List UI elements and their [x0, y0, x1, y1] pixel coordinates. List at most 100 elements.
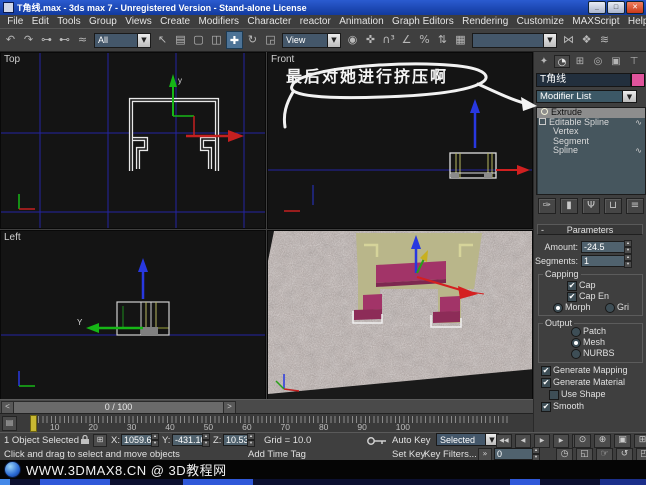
- add-time-tag[interactable]: Add Time Tag: [248, 449, 306, 460]
- modifier-list-dropdown[interactable]: Modifier List ▼: [536, 90, 637, 103]
- menu-item-views[interactable]: Views: [121, 16, 156, 27]
- dropdown-arrow-icon[interactable]: ▼: [623, 90, 637, 103]
- set-key-icon[interactable]: [366, 436, 388, 446]
- use-center-icon[interactable]: ◉: [344, 31, 361, 49]
- menu-item-reactor[interactable]: reactor: [296, 16, 336, 27]
- menu-item-create[interactable]: Create: [156, 16, 194, 27]
- generate-mapping-checkbox[interactable]: ✔: [541, 366, 551, 376]
- generate-material-checkbox[interactable]: ✔: [541, 378, 551, 388]
- transform-gizmo[interactable]: y: [169, 74, 244, 142]
- x-coordinate-field[interactable]: 1059.64: [121, 434, 157, 446]
- current-frame-field[interactable]: 0: [494, 448, 536, 460]
- unlink-selection-icon[interactable]: ⊷: [56, 31, 73, 49]
- frame-spinner[interactable]: ▴ ▾: [532, 447, 540, 461]
- select-and-move-icon[interactable]: ✚: [226, 31, 243, 49]
- snap-toggle-icon[interactable]: ∩³: [380, 31, 397, 49]
- key-filters-button[interactable]: Key Filters...: [424, 449, 477, 460]
- tab-utilities[interactable]: ⊤: [626, 55, 642, 68]
- viewport-top[interactable]: Top y: [0, 52, 266, 229]
- tab-display[interactable]: ▣: [608, 55, 624, 68]
- grid-radio[interactable]: [605, 303, 615, 313]
- select-and-link-icon[interactable]: ⊶: [38, 31, 55, 49]
- parameters-rollout-header[interactable]: - Parameters: [537, 224, 643, 235]
- zoom-extents-icon[interactable]: ▣: [614, 434, 631, 448]
- stack-item-spline[interactable]: Spline ∿: [537, 146, 645, 156]
- dropdown-arrow-icon[interactable]: ▼: [328, 32, 341, 48]
- previous-frame-icon[interactable]: ◀: [515, 434, 531, 448]
- align-icon[interactable]: ❖: [578, 31, 595, 49]
- y-coordinate-field[interactable]: -431.10: [172, 434, 206, 446]
- menu-item-group[interactable]: Group: [85, 16, 121, 27]
- y-spinner[interactable]: ▴ ▾: [202, 433, 210, 447]
- percent-snap-icon[interactable]: %: [416, 31, 433, 49]
- collapse-icon[interactable]: -: [541, 225, 544, 235]
- transform-gizmo[interactable]: [470, 99, 530, 175]
- minimize-button[interactable]: _: [588, 1, 606, 14]
- auto-key-button[interactable]: Auto Key: [392, 435, 431, 446]
- nurbs-radio[interactable]: [571, 349, 581, 359]
- absolute-offset-toggle[interactable]: ⊞: [93, 434, 107, 447]
- go-to-start-icon[interactable]: ◀◀: [496, 434, 512, 448]
- close-button[interactable]: ✕: [626, 1, 644, 14]
- transform-gizmo[interactable]: Y: [77, 258, 148, 333]
- select-and-manipulate-icon[interactable]: ✜: [362, 31, 379, 49]
- expand-icon[interactable]: [539, 117, 546, 125]
- zoom-icon[interactable]: ⊙: [574, 434, 591, 448]
- modifier-enable-icon[interactable]: [541, 108, 548, 115]
- window-crossing-icon[interactable]: ◫: [208, 31, 225, 49]
- menu-item-edit[interactable]: Edit: [28, 16, 54, 27]
- bind-to-spacewarp-icon[interactable]: ≈: [74, 31, 91, 49]
- select-object-icon[interactable]: ↖: [154, 31, 171, 49]
- viewport-front[interactable]: Front 最后对她进行挤压啊: [267, 52, 533, 229]
- menu-item-file[interactable]: File: [3, 16, 28, 27]
- named-selection-sets-icon[interactable]: ▦: [452, 31, 469, 49]
- viewport-left-label[interactable]: Left: [4, 232, 21, 243]
- menu-item-graph-editors[interactable]: Graph Editors: [388, 16, 458, 27]
- selection-filter-dropdown[interactable]: All ▼: [94, 32, 151, 48]
- viewport-left[interactable]: Left Y: [0, 230, 266, 400]
- maximize-button[interactable]: □: [607, 1, 625, 14]
- tab-motion[interactable]: ◎: [590, 55, 606, 68]
- select-and-rotate-icon[interactable]: ↻: [244, 31, 261, 49]
- x-spinner[interactable]: ▴ ▾: [151, 433, 159, 447]
- selection-lock-icon[interactable]: [80, 435, 90, 445]
- segments-field[interactable]: 1: [581, 255, 625, 267]
- zoom-all-icon[interactable]: ⊕: [594, 434, 611, 448]
- named-selection-dropdown[interactable]: ▼: [472, 32, 557, 48]
- menu-item-character[interactable]: Character: [243, 16, 295, 27]
- tab-modify[interactable]: ◔: [554, 55, 570, 68]
- menu-item-modifiers[interactable]: Modifiers: [194, 16, 243, 27]
- use-shape-checkbox[interactable]: [549, 390, 559, 400]
- redo-icon[interactable]: ↷: [20, 31, 37, 49]
- z-spinner[interactable]: ▴ ▾: [247, 433, 255, 447]
- mesh-radio[interactable]: [571, 338, 581, 348]
- segments-spinner[interactable]: ▴ ▾: [624, 254, 632, 268]
- extruded-shape-front[interactable]: [449, 152, 497, 179]
- track-bar[interactable]: ▤ 10 20 30 40 50 60 70 80 90 100: [0, 413, 533, 432]
- extruded-shape-left[interactable]: [116, 301, 170, 336]
- spinner-snap-icon[interactable]: ⇅: [434, 31, 451, 49]
- menu-item-rendering[interactable]: Rendering: [458, 16, 513, 27]
- undo-icon[interactable]: ↶: [2, 31, 19, 49]
- tab-hierarchy[interactable]: ⊞: [572, 55, 588, 68]
- select-by-name-icon[interactable]: ▤: [172, 31, 189, 49]
- zoom-extents-all-icon[interactable]: ⊞: [634, 434, 646, 448]
- cap-start-checkbox[interactable]: ✔: [567, 281, 577, 291]
- rectangular-selection-icon[interactable]: ▢: [190, 31, 207, 49]
- select-and-scale-icon[interactable]: ◲: [262, 31, 279, 49]
- menu-item-maxscript[interactable]: MAXScript: [568, 16, 624, 27]
- cap-end-checkbox[interactable]: ✔: [567, 292, 577, 302]
- dropdown-arrow-icon[interactable]: ▼: [544, 32, 557, 48]
- amount-spinner[interactable]: ▴ ▾: [624, 240, 632, 254]
- viewport-top-label[interactable]: Top: [4, 54, 20, 65]
- remove-modifier-icon[interactable]: ⊔: [604, 198, 622, 214]
- amount-field[interactable]: -24.5: [581, 241, 625, 253]
- object-name-field[interactable]: T角线: [536, 73, 631, 87]
- configure-modifier-sets-icon[interactable]: ≡: [626, 198, 644, 214]
- menu-item-tools[interactable]: Tools: [53, 16, 85, 27]
- show-end-result-icon[interactable]: ▮: [560, 198, 578, 214]
- object-color-swatch[interactable]: [631, 73, 645, 87]
- patch-radio[interactable]: [571, 327, 581, 337]
- curve-editor-icon[interactable]: ≋: [596, 31, 613, 49]
- coord-system-dropdown[interactable]: View ▼: [282, 32, 341, 48]
